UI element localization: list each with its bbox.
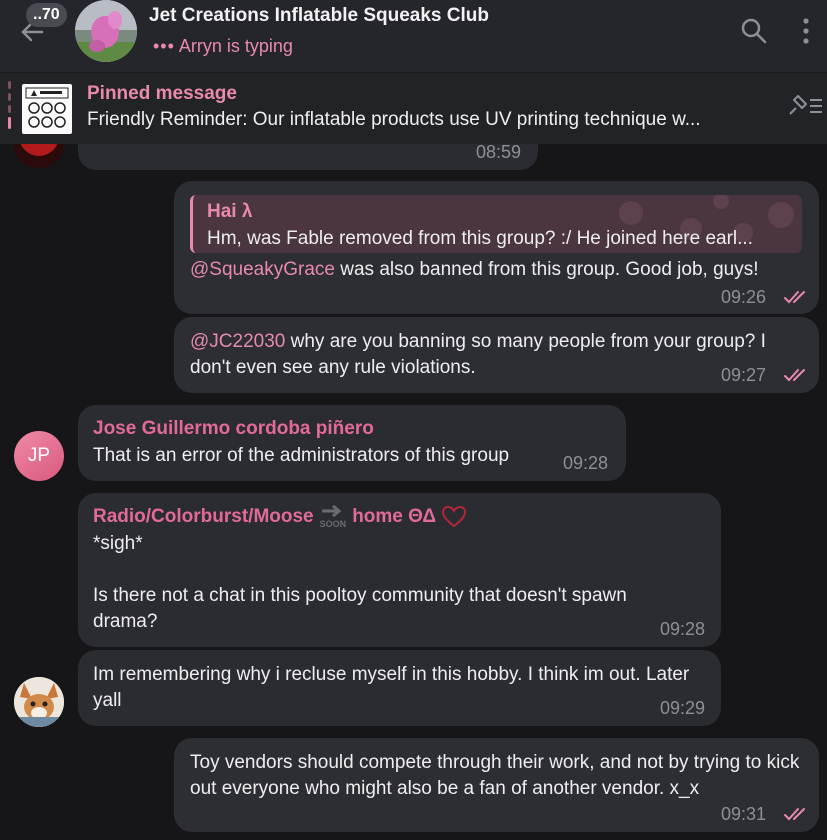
message-time: 09:29 bbox=[660, 698, 706, 718]
message-bubble[interactable]: Radio/Colorburst/Moose SOON home ΘΔ *sig… bbox=[78, 493, 721, 647]
sender-name[interactable]: Radio/Colorburst/Moose SOON home ΘΔ bbox=[93, 504, 467, 529]
message-text: *sigh* Is there not a chat in this poolt… bbox=[93, 533, 627, 632]
chat-header: ..70 Jet Creations Inflatable Squeaks Cl… bbox=[0, 0, 827, 72]
message-feed[interactable]: 08:59 Hai λ Hm, was Fable removed from t… bbox=[0, 144, 827, 840]
message-time: 09:26 bbox=[721, 287, 767, 307]
typing-dots: ••• bbox=[153, 36, 175, 56]
typing-text: Arryn is typing bbox=[178, 36, 293, 56]
avatar[interactable] bbox=[14, 144, 64, 168]
message-bubble[interactable]: Toy vendors should compete through their… bbox=[174, 738, 819, 832]
avatar[interactable]: JP bbox=[14, 431, 64, 481]
typing-status: ••• Arryn is typing bbox=[153, 36, 293, 57]
soon-arrow-icon: SOON bbox=[319, 504, 347, 529]
search-icon[interactable] bbox=[740, 17, 768, 45]
group-title[interactable]: Jet Creations Inflatable Squeaks Club bbox=[149, 5, 489, 27]
message-time: 09:31 bbox=[721, 804, 767, 824]
message-time: 08:59 bbox=[476, 144, 522, 162]
message-time: 09:28 bbox=[563, 453, 609, 473]
user-mention[interactable]: @SqueakyGrace bbox=[190, 259, 335, 280]
message-text: Toy vendors should compete through their… bbox=[190, 752, 805, 799]
message-text: Im remembering why i recluse myself in t… bbox=[93, 664, 695, 711]
sender-name[interactable]: Jose Guillermo cordoba piñero bbox=[93, 417, 374, 441]
pinned-indicator bbox=[8, 81, 11, 137]
double-check-icon bbox=[784, 808, 805, 821]
message-text: @JC22030 why are you banning so many peo… bbox=[190, 331, 772, 378]
reply-quote[interactable]: Hai λ Hm, was Fable removed from this gr… bbox=[190, 195, 802, 253]
message-time: 09:28 bbox=[660, 619, 706, 639]
reply-text: Hm, was Fable removed from this group? :… bbox=[207, 228, 753, 249]
message-bubble[interactable]: Jose Guillermo cordoba piñero That is an… bbox=[78, 405, 626, 481]
pinned-thumbnail bbox=[22, 84, 72, 134]
unpin-icon[interactable] bbox=[784, 92, 824, 118]
user-mention[interactable]: @JC22030 bbox=[190, 331, 285, 352]
unread-count-badge: ..70 bbox=[26, 3, 67, 27]
double-check-icon bbox=[784, 291, 805, 304]
avatar[interactable] bbox=[14, 677, 64, 727]
message-bubble[interactable]: 08:59 bbox=[78, 144, 538, 170]
group-avatar[interactable] bbox=[75, 0, 137, 62]
double-check-icon bbox=[784, 369, 805, 382]
message-time: 09:27 bbox=[721, 365, 767, 385]
message-bubble[interactable]: Hai λ Hm, was Fable removed from this gr… bbox=[174, 181, 819, 314]
message-text: @SqueakyGrace was also banned from this … bbox=[190, 259, 759, 280]
pinned-title: Pinned message bbox=[87, 83, 237, 104]
pinned-text: Friendly Reminder: Our inflatable produc… bbox=[87, 109, 701, 130]
pinned-message-bar[interactable]: Pinned message Friendly Reminder: Our in… bbox=[0, 72, 827, 144]
message-bubble[interactable]: @JC22030 why are you banning so many peo… bbox=[174, 317, 819, 393]
message-bubble[interactable]: Im remembering why i recluse myself in t… bbox=[78, 650, 721, 726]
message-text: That is an error of the administrators o… bbox=[93, 445, 510, 466]
more-vert-icon[interactable] bbox=[801, 16, 811, 46]
heart-icon bbox=[442, 505, 467, 528]
reply-author: Hai λ bbox=[207, 201, 253, 222]
